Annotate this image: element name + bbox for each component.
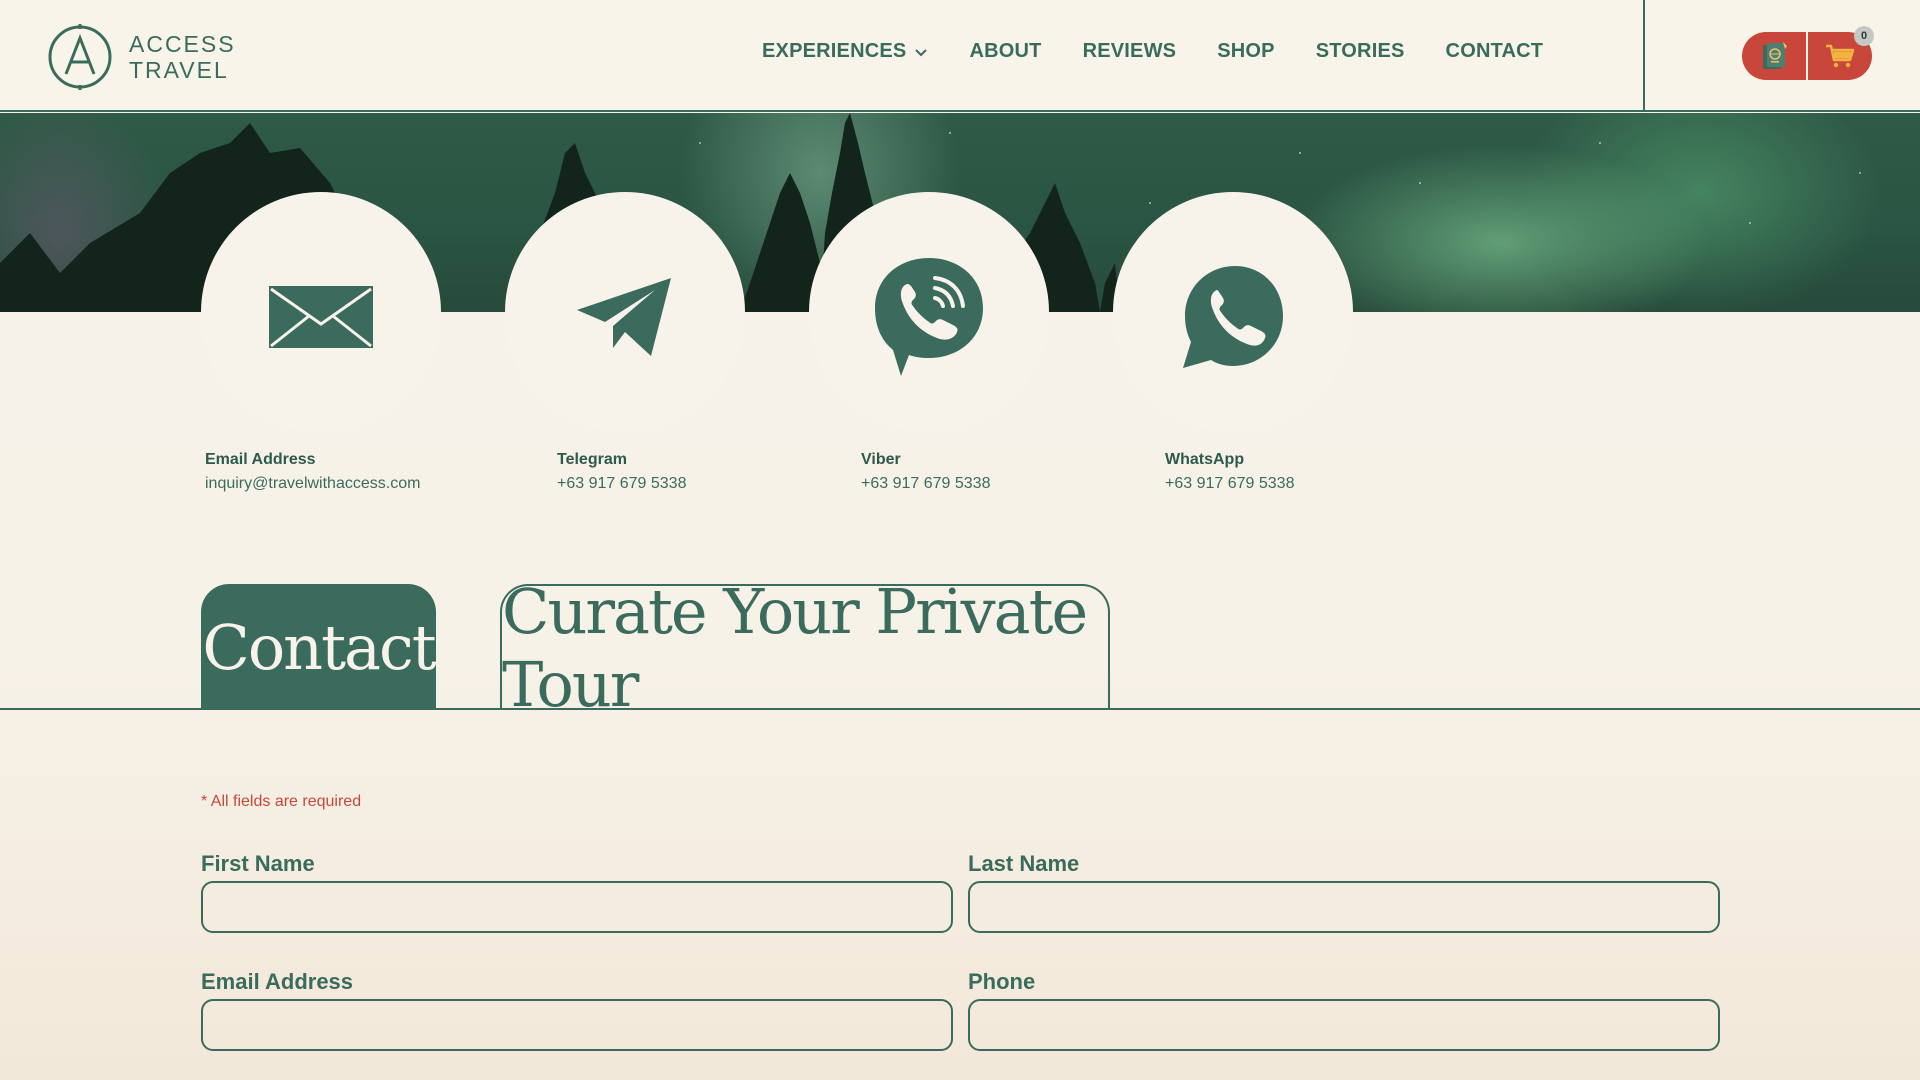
whatsapp-icon xyxy=(1183,266,1283,368)
header-actions: 0 xyxy=(1742,26,1874,80)
main-nav: EXPERIENCES ABOUT REVIEWS SHOP STORIES C… xyxy=(762,40,1584,63)
whatsapp-label: WhatsApp xyxy=(1165,451,1245,468)
cart-icon xyxy=(1826,44,1855,68)
logo-line-2: TRAVEL xyxy=(129,57,229,83)
telegram-label: Telegram xyxy=(557,451,627,468)
whatsapp-info: WhatsApp +63 917 679 5338 xyxy=(1165,449,1294,495)
nav-stories[interactable]: STORIES xyxy=(1316,40,1405,63)
logo-line-1: ACCESS xyxy=(129,31,236,57)
tab-curate-private-tour[interactable]: Curate Your Private Tour xyxy=(500,575,1110,721)
last-name-field[interactable] xyxy=(968,881,1720,933)
telegram-circle[interactable] xyxy=(505,192,745,432)
passport-icon xyxy=(1763,42,1787,69)
nav-experiences-label: EXPERIENCES xyxy=(762,40,907,62)
email-value[interactable]: inquiry@travelwithaccess.com xyxy=(205,473,420,495)
nav-reviews[interactable]: REVIEWS xyxy=(1083,40,1177,63)
first-name-field[interactable] xyxy=(201,881,953,933)
nav-shop[interactable]: SHOP xyxy=(1217,40,1274,63)
email-circle[interactable] xyxy=(201,192,441,432)
nav-about[interactable]: ABOUT xyxy=(969,40,1041,63)
tabs-baseline xyxy=(0,708,1920,710)
cart-count-badge: 0 xyxy=(1854,26,1874,46)
site-header: ACCESS TRAVEL EXPERIENCES ABOUT REVIEWS … xyxy=(0,0,1920,112)
chevron-down-icon xyxy=(915,48,928,56)
email-field[interactable] xyxy=(201,999,953,1051)
telegram-info: Telegram +63 917 679 5338 xyxy=(557,449,686,495)
passport-button[interactable] xyxy=(1742,32,1806,80)
telegram-icon xyxy=(577,278,671,356)
nav-experiences[interactable]: EXPERIENCES xyxy=(762,40,928,63)
nav-contact[interactable]: CONTACT xyxy=(1446,40,1544,63)
logo-mark-icon xyxy=(48,24,112,90)
viber-label: Viber xyxy=(861,451,901,468)
email-label: Email Address xyxy=(205,451,316,468)
phone-field[interactable] xyxy=(968,999,1720,1051)
cart-button[interactable]: 0 xyxy=(1808,26,1874,80)
viber-icon xyxy=(875,258,983,376)
first-name-label: First Name xyxy=(201,851,315,876)
header-divider xyxy=(1643,0,1645,112)
site-logo[interactable]: ACCESS TRAVEL xyxy=(47,24,236,90)
viber-circle[interactable] xyxy=(809,192,1049,432)
envelope-icon xyxy=(269,286,373,348)
last-name-label: Last Name xyxy=(968,851,1080,876)
telegram-value[interactable]: +63 917 679 5338 xyxy=(557,473,686,495)
phone-label: Phone xyxy=(968,969,1036,994)
email-address-label: Email Address xyxy=(201,969,354,994)
email-info: Email Address inquiry@travelwithaccess.c… xyxy=(205,449,420,495)
viber-info: Viber +63 917 679 5338 xyxy=(861,449,990,495)
whatsapp-circle[interactable] xyxy=(1113,192,1353,432)
whatsapp-value[interactable]: +63 917 679 5338 xyxy=(1165,473,1294,495)
tab-contact[interactable]: Contact xyxy=(201,584,437,710)
viber-value[interactable]: +63 917 679 5338 xyxy=(861,473,990,495)
logo-text: ACCESS TRAVEL xyxy=(129,31,236,83)
required-fields-note: * All fields are required xyxy=(201,793,362,810)
